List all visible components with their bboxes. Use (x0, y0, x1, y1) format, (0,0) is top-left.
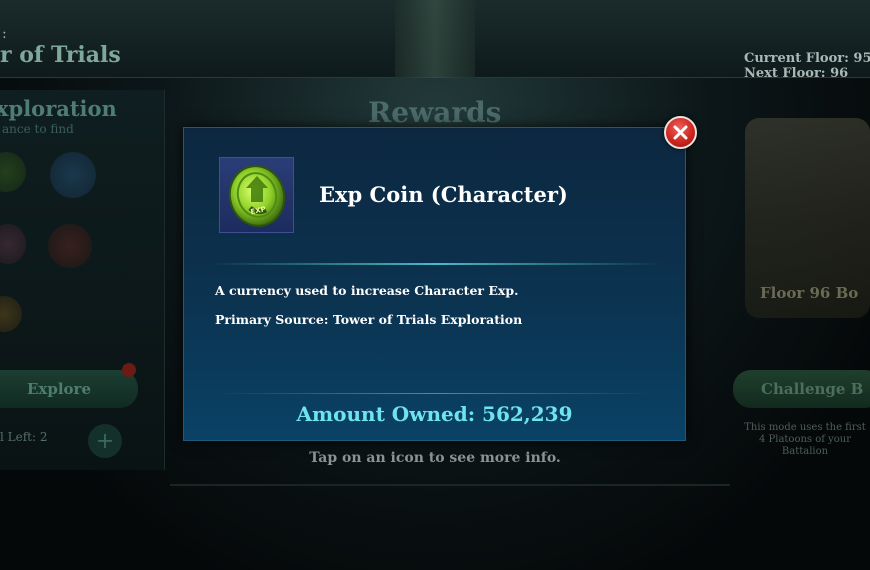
explore-button[interactable]: Explore (0, 370, 138, 408)
explorations-left: l Left: 2 (0, 430, 48, 444)
item-description: A currency used to increase Character Ex… (215, 283, 519, 298)
stage-title: er of Trials (0, 42, 121, 68)
tower-image (395, 0, 475, 78)
title-divider (212, 263, 661, 265)
exploration-panel (0, 90, 165, 470)
item-source: Primary Source: Tower of Trials Explorat… (215, 312, 523, 327)
stage-colon: : (2, 26, 7, 42)
reward-icon-red[interactable] (48, 224, 92, 268)
reward-icon-blue[interactable] (50, 152, 96, 198)
boss-card-label: Floor 96 Bo (760, 284, 859, 302)
close-icon (673, 125, 688, 140)
rewards-title: Rewards (368, 96, 502, 129)
current-floor: Current Floor: 95 (744, 51, 870, 66)
tap-hint: Tap on an icon to see more info. (309, 450, 561, 466)
exploration-subtitle: ance to find (2, 122, 74, 136)
item-icon-frame: EXP (219, 157, 294, 233)
amount-owned: Amount Owned: 562,239 (296, 402, 573, 426)
challenge-button[interactable]: Challenge B (733, 370, 870, 408)
exp-coin-icon: EXP (228, 165, 286, 227)
floor-info: Current Floor: 95 Next Floor: 96 (744, 51, 870, 81)
next-floor: Next Floor: 96 (744, 66, 849, 81)
exploration-title: xploration (0, 96, 117, 121)
close-button[interactable] (664, 116, 697, 149)
item-name: Exp Coin (Character) (319, 182, 568, 207)
notification-dot (122, 363, 136, 377)
amount-divider (216, 393, 654, 394)
bottom-divider (170, 484, 730, 486)
